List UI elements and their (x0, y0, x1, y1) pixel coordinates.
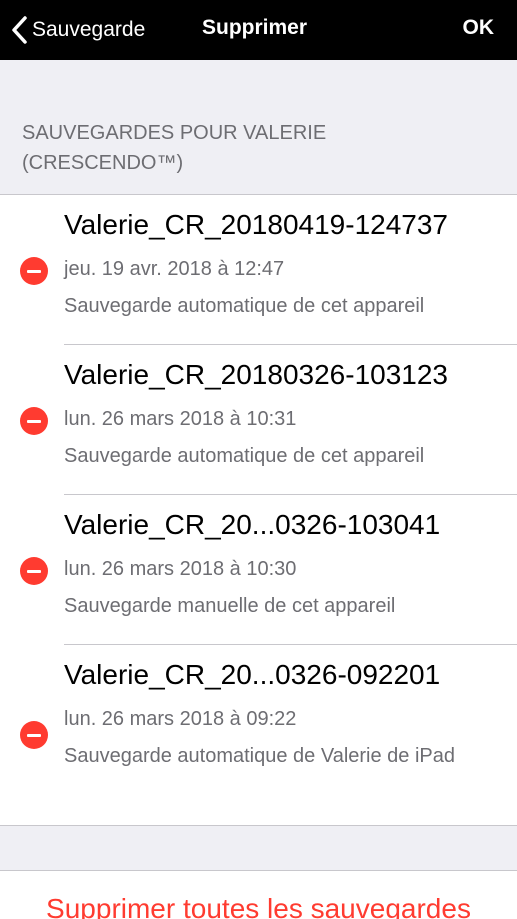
section-header: SAUVEGARDES POUR VALERIE (CRESCENDO™) (22, 122, 327, 174)
backup-description: Sauvegarde manuelle de cet appareil (64, 595, 396, 617)
backup-name: Valerie_CR_20...0326-103041 (64, 509, 441, 540)
backup-row: Valerie_CR_20...0326-103041 lun. 26 mars… (0, 495, 517, 645)
backup-date: lun. 26 mars 2018 à 10:31 (64, 408, 297, 430)
backup-row: Valerie_CR_20180419-124737 jeu. 19 avr. … (0, 195, 517, 345)
backup-name: Valerie_CR_20180326-103123 (64, 359, 449, 390)
delete-all-backups-button[interactable]: Supprimer toutes les sauvegardes (0, 870, 517, 919)
backup-description: Sauvegarde automatique de Valerie de iPa… (64, 745, 456, 767)
backup-description: Sauvegarde automatique de cet appareil (64, 445, 425, 467)
backup-row: Valerie_CR_20...0326-092201 lun. 26 mars… (0, 645, 517, 825)
backup-date: lun. 26 mars 2018 à 10:30 (64, 558, 297, 580)
backup-date: jeu. 19 avr. 2018 à 12:47 (64, 258, 285, 280)
backup-name: Valerie_CR_20...0326-092201 (64, 659, 441, 690)
navigation-bar: Sauvegarde Supprimer OK (0, 0, 517, 60)
backup-list: Valerie_CR_20180419-124737 jeu. 19 avr. … (0, 194, 517, 826)
delete-minus-icon[interactable] (20, 557, 48, 585)
backup-name: Valerie_CR_20180419-124737 (64, 209, 449, 240)
backup-date: lun. 26 mars 2018 à 09:22 (64, 708, 297, 730)
chevron-left-icon (12, 16, 27, 44)
delete-minus-icon[interactable] (20, 407, 48, 435)
back-button-label: Sauvegarde (32, 18, 146, 41)
backup-description: Sauvegarde automatique de cet appareil (64, 295, 425, 317)
backup-row: Valerie_CR_20180326-103123 lun. 26 mars … (0, 345, 517, 495)
back-button[interactable]: Sauvegarde (10, 14, 145, 46)
ok-button[interactable]: OK (463, 16, 495, 40)
delete-minus-icon[interactable] (20, 257, 48, 285)
delete-minus-icon[interactable] (20, 721, 48, 749)
page-title: Supprimer (202, 16, 308, 39)
delete-all-label: Supprimer toutes les sauvegardes (46, 893, 471, 919)
